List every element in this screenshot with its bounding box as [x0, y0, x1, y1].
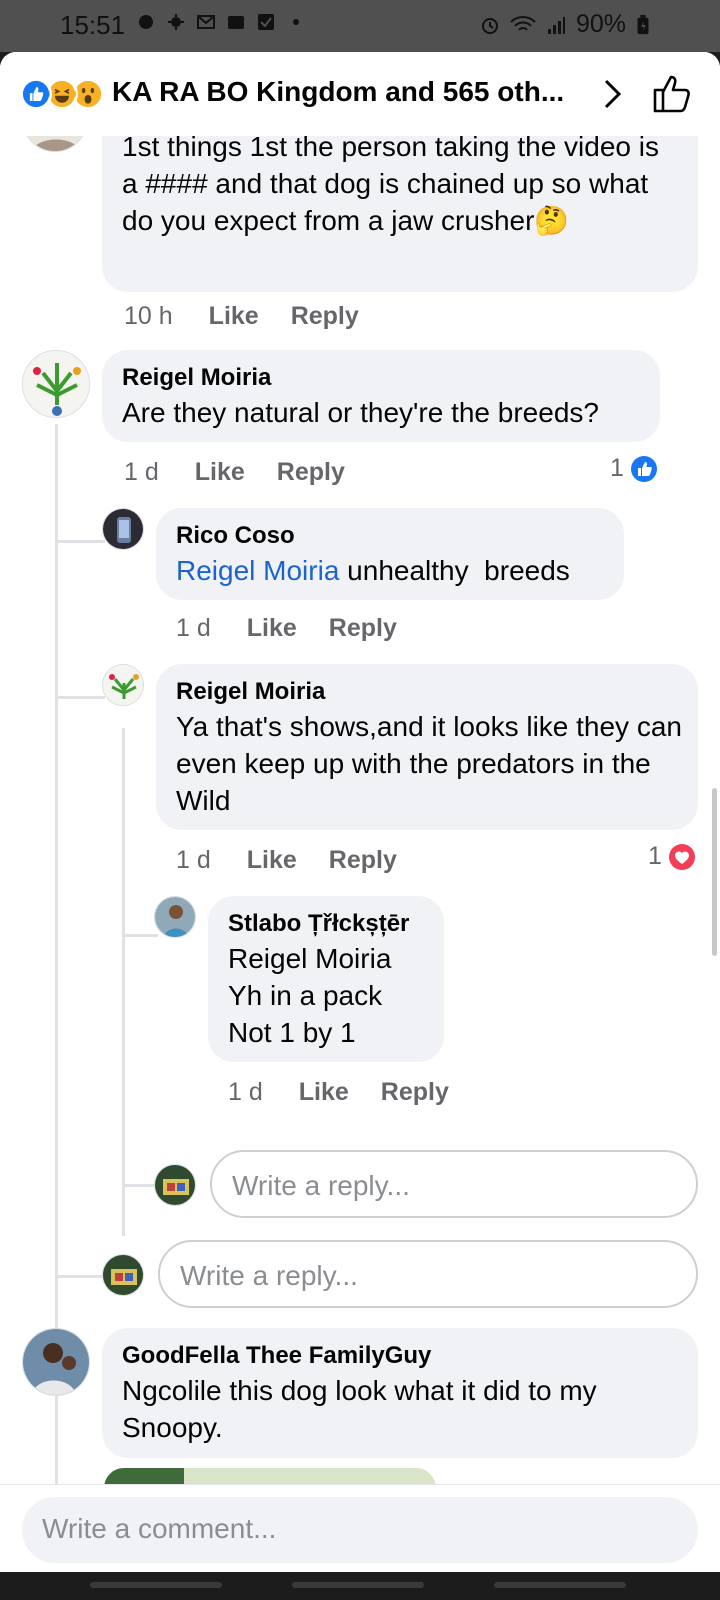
comment-actions: 1 d Like Reply: [124, 458, 377, 487]
reply-button[interactable]: Reply: [291, 302, 359, 330]
reply-button[interactable]: Reply: [277, 458, 345, 486]
reply-button[interactable]: Reply: [329, 614, 397, 642]
comment-time: 1 d: [176, 846, 211, 874]
my-avatar: [154, 1164, 196, 1206]
scrollbar[interactable]: [712, 788, 717, 956]
reply-placeholder: Write a reply...: [180, 1260, 358, 1291]
like-reaction-icon: [20, 78, 52, 110]
comment-author[interactable]: GoodFella Thee FamilyGuy: [122, 1342, 431, 1370]
comment-text: Reigel Moiria unhealthy breeds: [176, 552, 616, 589]
comment-text: Ya that's shows,and it looks like they c…: [176, 711, 682, 816]
thread-branch: [122, 934, 158, 937]
comment-actions: 1 d Like Reply: [176, 614, 429, 643]
love-reaction-icon: [668, 843, 695, 870]
like-icon[interactable]: [652, 72, 692, 114]
comment-composer: Write a comment...: [0, 1484, 720, 1572]
comment-text-line: Not 1 by 1: [228, 1017, 356, 1048]
comment-actions: 10 h Like Reply: [124, 302, 391, 331]
thread-line: [55, 424, 58, 1330]
reply-input[interactable]: Write a reply...: [210, 1150, 698, 1218]
reply-input[interactable]: Write a reply...: [158, 1240, 698, 1308]
comment-bubble[interactable]: Stlabo Țřłckșțēr Reigel Moiria Yh in a p…: [208, 896, 444, 1062]
notification-icon: [139, 15, 153, 29]
comments-sheet: 1st things 1st the person taking the vid…: [0, 52, 720, 1572]
recents-button[interactable]: [90, 1582, 222, 1588]
weather-icon: [168, 14, 184, 30]
comments-feed[interactable]: 1st things 1st the person taking the vid…: [0, 52, 720, 1498]
checkbox-icon: [258, 14, 274, 30]
system-status: 90%: [480, 10, 650, 39]
my-avatar: [102, 1254, 144, 1296]
comment-text-body: unhealthy breeds: [339, 555, 570, 586]
thread-branch: [55, 1275, 105, 1278]
comment-bubble[interactable]: Rico Coso Reigel Moiria unhealthy breeds: [156, 508, 624, 600]
chevron-right-icon[interactable]: [596, 76, 628, 112]
reaction-count[interactable]: 1: [610, 454, 658, 483]
status-time: 15:51: [60, 10, 126, 40]
comment-bubble[interactable]: Reigel Moiria Ya that's shows,and it loo…: [156, 664, 698, 830]
system-nav-bar: [0, 1572, 720, 1600]
thread-line: [122, 728, 125, 1236]
notification-icons: [136, 12, 306, 32]
battery-icon: [637, 14, 649, 34]
thread-branch: [55, 540, 105, 543]
avatar[interactable]: [102, 664, 144, 706]
inbox-icon: [228, 16, 244, 29]
reactions-title[interactable]: KA RA BO Kingdom and 565 oth...: [112, 76, 564, 108]
comment-text: Are they natural or they're the breeds?: [122, 397, 599, 428]
comment-text-line: Yh in a pack: [228, 980, 383, 1011]
battery-percent: 90%: [575, 10, 626, 38]
avatar[interactable]: [22, 350, 90, 418]
alarm-icon: [481, 17, 498, 34]
reply-button[interactable]: Reply: [381, 1078, 449, 1106]
comment-time: 10 h: [124, 302, 173, 330]
signal-icon: [547, 16, 565, 34]
comment-text: 1st things 1st the person taking the vid…: [122, 131, 659, 236]
reply-placeholder: Write a reply...: [232, 1170, 410, 1201]
dot-icon: [293, 19, 299, 25]
back-button[interactable]: [494, 1582, 626, 1588]
reaction-count-number: 1: [610, 454, 624, 482]
like-button[interactable]: Like: [247, 614, 297, 642]
reply-button[interactable]: Reply: [329, 846, 397, 874]
comment-author[interactable]: Reigel Moiria: [176, 678, 325, 706]
comment-actions: 1 d Like Reply: [176, 846, 429, 875]
thread-branch: [122, 1184, 158, 1187]
like-button[interactable]: Like: [299, 1078, 349, 1106]
like-button[interactable]: Like: [209, 302, 259, 330]
comment-input[interactable]: Write a comment...: [22, 1497, 698, 1563]
avatar[interactable]: [154, 896, 196, 938]
comment-actions: 1 d Like Reply: [228, 1078, 481, 1107]
like-button[interactable]: Like: [195, 458, 245, 486]
comment-time: 1 d: [124, 458, 159, 486]
comment-author[interactable]: Reigel Moiria: [122, 364, 271, 392]
mention-link[interactable]: Reigel Moiria: [228, 940, 391, 977]
comment-bubble[interactable]: Reigel Moiria Are they natural or they'r…: [102, 350, 660, 442]
reaction-count-number: 1: [648, 842, 662, 870]
comment-author[interactable]: Stlabo Țřłckșțēr: [228, 910, 409, 938]
comment-author[interactable]: Rico Coso: [176, 522, 295, 550]
like-button[interactable]: Like: [247, 846, 297, 874]
reaction-summary[interactable]: [20, 78, 106, 112]
mention-link[interactable]: Reigel Moiria: [176, 555, 339, 586]
avatar[interactable]: [22, 1328, 90, 1396]
avatar[interactable]: [102, 508, 144, 550]
like-reaction-icon: [630, 455, 657, 482]
sheet-header: KA RA BO Kingdom and 565 oth...: [0, 52, 720, 136]
comment-text: Ngcolile this dog look what it did to my…: [122, 1375, 597, 1443]
thread-branch: [55, 696, 105, 699]
reaction-count[interactable]: 1: [648, 842, 696, 871]
comment-time: 1 d: [176, 614, 211, 642]
status-bar: 15:51 90%: [0, 0, 720, 52]
home-button[interactable]: [292, 1582, 424, 1588]
gmail-icon: [197, 15, 215, 29]
comment-bubble[interactable]: GoodFella Thee FamilyGuy Ngcolile this d…: [102, 1328, 698, 1458]
comment-time: 1 d: [228, 1078, 263, 1106]
comment-placeholder: Write a comment...: [42, 1513, 277, 1544]
wifi-icon: [510, 15, 536, 31]
